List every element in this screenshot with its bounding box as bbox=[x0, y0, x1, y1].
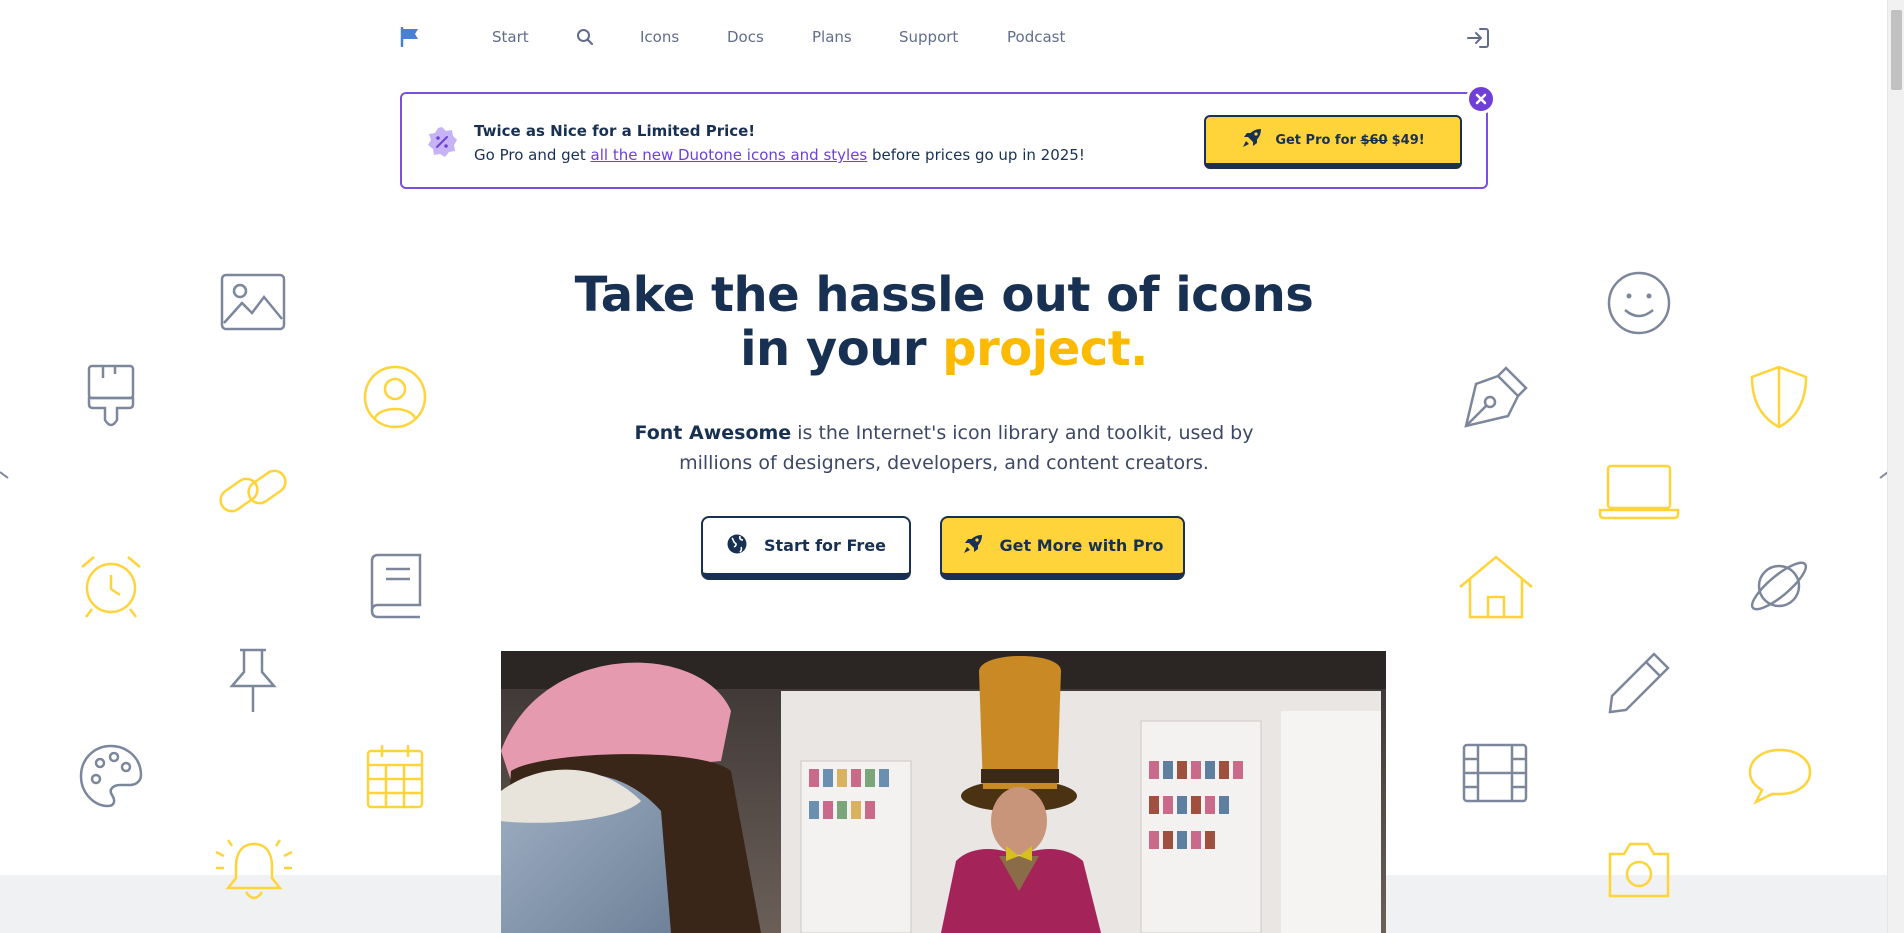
get-pro-label: Get Pro for $60 $49! bbox=[1275, 133, 1424, 148]
nav-support[interactable]: Support bbox=[899, 28, 958, 46]
get-pro-button[interactable]: Get Pro for $60 $49! bbox=[1204, 115, 1462, 169]
start-for-free-button[interactable]: Start for Free bbox=[701, 516, 911, 580]
hero-title: Take the hassle out of icons in your pro… bbox=[400, 268, 1488, 376]
shield-halved-icon bbox=[1748, 364, 1810, 430]
vertical-scrollbar[interactable] bbox=[1887, 0, 1904, 933]
nav-plans[interactable]: Plans bbox=[812, 28, 852, 46]
nav-docs[interactable]: Docs bbox=[727, 28, 764, 46]
promo-banner: Twice as Nice for a Limited Price! Go Pr… bbox=[400, 84, 1496, 189]
pen-nib-icon bbox=[1462, 364, 1530, 430]
hero-subtitle: Font Awesome is the Internet's icon libr… bbox=[600, 418, 1288, 478]
comment-icon bbox=[1746, 746, 1814, 806]
link-icon bbox=[215, 460, 291, 522]
magnifying-glass-icon[interactable] bbox=[576, 28, 594, 46]
house-icon bbox=[1458, 553, 1534, 619]
right-to-bracket-icon[interactable] bbox=[1466, 27, 1490, 49]
circle-user-icon bbox=[362, 364, 428, 430]
rocket-icon bbox=[962, 533, 984, 559]
globe-icon bbox=[726, 533, 748, 559]
cta-old-price: $60 bbox=[1360, 132, 1388, 148]
nav-start[interactable]: Start bbox=[492, 28, 529, 46]
scrollbar-thumb[interactable] bbox=[1891, 10, 1902, 90]
nav-podcast[interactable]: Podcast bbox=[1007, 28, 1065, 46]
alarm-clock-icon bbox=[78, 553, 144, 619]
palette-icon bbox=[78, 743, 144, 809]
banner-text: Go Pro and get all the new Duotone icons… bbox=[474, 146, 1085, 164]
bell-icon bbox=[214, 838, 294, 904]
hero-title-line2: in your project. bbox=[400, 322, 1488, 376]
banner-text-after: before prices go up in 2025! bbox=[867, 146, 1085, 164]
get-more-pro-button[interactable]: Get More with Pro bbox=[940, 516, 1185, 580]
thumbtack-icon bbox=[226, 648, 280, 714]
laptop-icon bbox=[1598, 462, 1680, 522]
camera-icon bbox=[1606, 838, 1672, 900]
hero-subtitle-brand: Font Awesome bbox=[634, 422, 792, 444]
start-for-free-label: Start for Free bbox=[764, 536, 886, 555]
hero-video[interactable] bbox=[501, 651, 1386, 933]
book-icon bbox=[366, 553, 424, 619]
hero-title-plain: in your bbox=[740, 321, 943, 377]
hero-title-line1: Take the hassle out of icons bbox=[574, 267, 1314, 323]
top-navigation: Start Icons Docs Plans Support Podcast bbox=[400, 0, 1490, 78]
flag-icon[interactable] bbox=[400, 26, 420, 48]
get-more-pro-label: Get More with Pro bbox=[999, 536, 1164, 555]
duotone-link[interactable]: all the new Duotone icons and styles bbox=[591, 146, 868, 164]
paintbrush-icon bbox=[85, 364, 137, 430]
xmark-icon[interactable] bbox=[1466, 84, 1496, 114]
hero-title-accent: project. bbox=[942, 321, 1148, 377]
film-icon bbox=[1462, 743, 1528, 803]
cta-prefix: Get Pro for bbox=[1275, 132, 1356, 148]
cta-new-price: $49! bbox=[1391, 132, 1425, 148]
face-smile-icon bbox=[1606, 270, 1672, 336]
banner-text-before: Go Pro and get bbox=[474, 146, 591, 164]
calendar-icon bbox=[366, 743, 424, 809]
image-icon bbox=[220, 273, 286, 331]
percent-badge-icon bbox=[426, 126, 458, 158]
banner-title: Twice as Nice for a Limited Price! bbox=[474, 122, 756, 140]
edge-chevron-icon bbox=[0, 470, 10, 484]
rocket-icon bbox=[1241, 127, 1263, 153]
planet-icon bbox=[1746, 553, 1812, 619]
pencil-icon bbox=[1606, 650, 1672, 716]
nav-icons[interactable]: Icons bbox=[640, 28, 679, 46]
